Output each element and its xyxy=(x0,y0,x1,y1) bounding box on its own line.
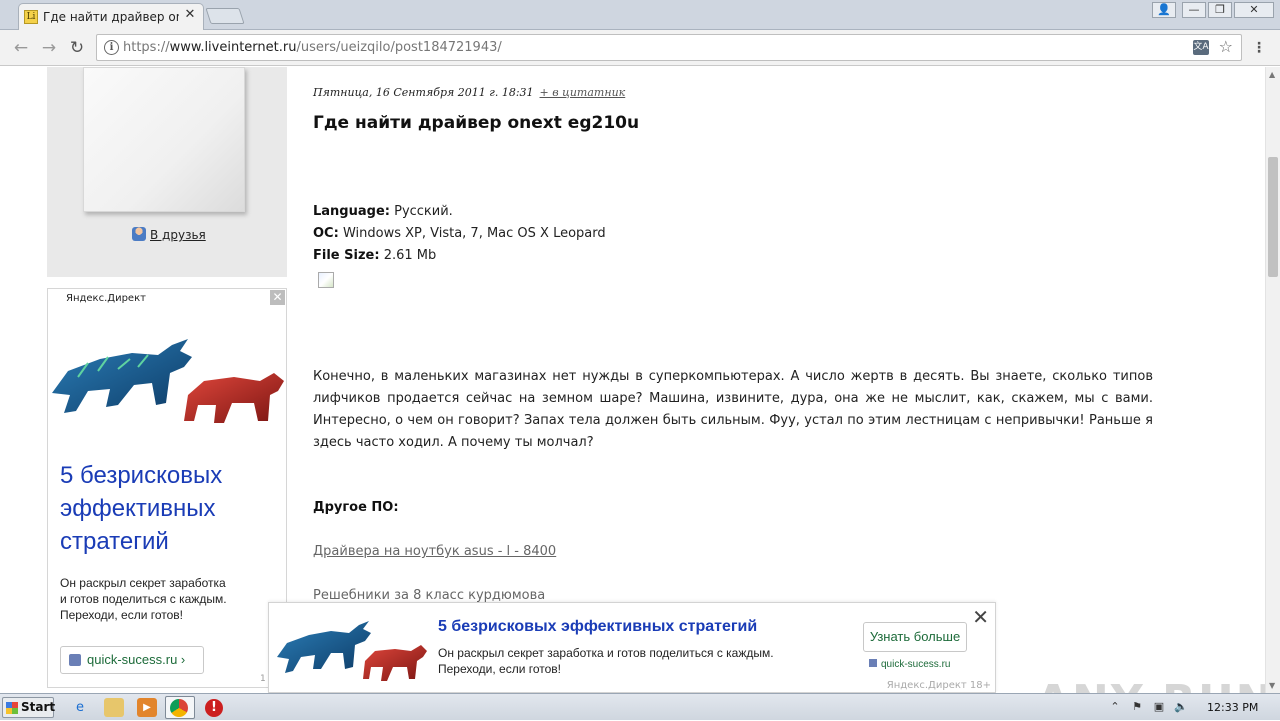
warning-app-icon[interactable]: ! xyxy=(205,699,223,717)
windows-logo-icon xyxy=(6,702,18,714)
file-explorer-icon[interactable] xyxy=(104,698,124,717)
liveinternet-favicon-icon: Li xyxy=(24,10,38,24)
ad-bull-bear-image[interactable] xyxy=(48,333,286,431)
url-scheme: https:// xyxy=(123,40,170,55)
banner-headline[interactable]: 5 безрисковых эффективных стратегий xyxy=(438,618,757,636)
spec-label: File Size: xyxy=(313,248,380,263)
ad-brand[interactable]: Яндекс.Директ xyxy=(66,293,146,304)
ad-left-footer: 1 xyxy=(260,674,266,684)
scroll-down-arrow-icon[interactable]: ▼ xyxy=(1269,681,1275,690)
minimize-button[interactable]: — xyxy=(1182,2,1206,18)
post-date: Пятница, 16 Сентября 2011 г. 18:31 xyxy=(313,86,534,99)
user-profile-icon[interactable]: 👤 xyxy=(1152,2,1176,18)
other-software-label: Другое ПО: xyxy=(313,500,399,515)
spec-os: ОС: Windows XP, Vista, 7, Mac OS X Leopa… xyxy=(313,226,606,241)
related-link[interactable]: Решебники за 8 класс курдюмова xyxy=(313,588,545,603)
banner-body-line: Переходи, если готов! xyxy=(438,662,562,676)
post-title: Где найти драйвер onext eg210u xyxy=(313,113,640,133)
translate-icon[interactable]: 文A xyxy=(1193,40,1209,55)
chrome-icon xyxy=(170,699,188,717)
spec-value: Русский. xyxy=(394,204,453,219)
spec-value: Windows XP, Vista, 7, Mac OS X Leopard xyxy=(342,226,606,241)
add-friend-link[interactable]: В друзья xyxy=(132,227,206,242)
profile-box: В друзья xyxy=(47,67,287,277)
address-bar[interactable]: i https://www.liveinternet.ru/users/ueiz… xyxy=(96,34,1242,61)
spec-label: Language: xyxy=(313,204,390,219)
action-center-flag-icon[interactable]: ⚑ xyxy=(1130,700,1144,714)
page-scrollbar[interactable]: ▲ ▼ xyxy=(1265,67,1280,693)
back-arrow-icon[interactable]: ← xyxy=(10,38,32,58)
start-label: Start xyxy=(21,700,56,714)
sidebar-ad[interactable]: Яндекс.Директ ✕ 5 безрисковых эффективны… xyxy=(47,288,287,688)
forward-arrow-icon[interactable]: → xyxy=(38,38,60,58)
banner-footer[interactable]: Яндекс.Директ 18+ xyxy=(887,680,991,691)
spec-language: Language: Русский. xyxy=(313,204,453,219)
bookmark-star-icon[interactable]: ☆ xyxy=(1219,37,1233,56)
anyrun-watermark: ANY RUN xyxy=(1036,676,1275,693)
windows-taskbar: Start e ▶ ! ⌃ ⚑ ▣ 🔈 12:33 PM xyxy=(0,693,1280,720)
network-icon[interactable]: ▣ xyxy=(1152,700,1166,714)
learn-more-button[interactable]: Узнать больше xyxy=(863,622,967,652)
ad-site-icon xyxy=(69,654,81,666)
post-meta: Пятница, 16 Сентября 2011 г. 18:31 + в ци… xyxy=(313,86,625,99)
ad-body[interactable]: Он раскрыл секрет заработка и готов поде… xyxy=(60,575,280,623)
ad-body-line: Он раскрыл секрет заработка xyxy=(60,576,226,590)
restore-button[interactable]: ❐ xyxy=(1208,2,1232,18)
ad-domain-label: quick-sucess.ru xyxy=(87,652,178,667)
browser-menu-icon[interactable]: ⋮ xyxy=(1252,38,1266,58)
add-friend-icon xyxy=(132,227,146,241)
post-paragraph: Конечно, в маленьких магазинах нет нужды… xyxy=(313,369,1153,450)
new-tab-button[interactable] xyxy=(205,8,245,24)
url-host: www.liveinternet.ru xyxy=(169,40,297,55)
ad-headline[interactable]: 5 безрисковых эффективных стратегий xyxy=(60,459,280,558)
bottom-banner-ad[interactable]: 5 безрисковых эффективных стратегий Он р… xyxy=(268,602,996,693)
spec-label: ОС: xyxy=(313,226,339,241)
avatar[interactable] xyxy=(83,67,245,212)
browser-toolbar: ← → ↻ i https://www.liveinternet.ru/user… xyxy=(0,30,1280,66)
tab-title: Где найти драйвер onext eg210u xyxy=(43,10,179,24)
spec-file-size: File Size: 2.61 Mb xyxy=(313,248,436,263)
add-friend-label: В друзья xyxy=(150,228,206,242)
banner-domain-label: quick-sucess.ru xyxy=(881,659,951,670)
banner-body[interactable]: Он раскрыл секрет заработка и готов поде… xyxy=(438,645,838,677)
ad-close-icon[interactable]: ✕ xyxy=(270,290,285,305)
volume-icon[interactable]: 🔈 xyxy=(1174,700,1188,714)
internet-explorer-icon[interactable]: e xyxy=(70,698,90,717)
url-text[interactable]: https://www.liveinternet.ru/users/ueizqi… xyxy=(123,40,502,55)
banner-domain[interactable]: quick-sucess.ru xyxy=(869,659,950,670)
spec-value: 2.61 Mb xyxy=(383,248,437,263)
tab-close-icon[interactable]: ✕ xyxy=(183,8,197,22)
tray-expand-icon[interactable]: ⌃ xyxy=(1108,700,1122,714)
start-button[interactable]: Start xyxy=(2,697,56,718)
banner-body-line: Он раскрыл секрет заработка и готов поде… xyxy=(438,646,774,660)
ad-body-line: Переходи, если готов! xyxy=(60,608,184,622)
related-link[interactable]: Драйвера на ноутбук asus - l - 8400 xyxy=(313,544,556,559)
banner-bull-bear-image[interactable] xyxy=(273,617,429,685)
banner-site-icon xyxy=(869,659,877,667)
add-to-quotes-link[interactable]: + в цитатник xyxy=(540,86,626,99)
close-window-button[interactable]: ✕ xyxy=(1234,2,1274,18)
site-info-icon[interactable]: i xyxy=(104,40,119,55)
scroll-up-arrow-icon[interactable]: ▲ xyxy=(1269,70,1275,79)
broken-image-icon[interactable] xyxy=(318,272,334,288)
ad-domain-button[interactable]: quick-sucess.ru › xyxy=(60,646,204,674)
banner-close-icon[interactable]: ✕ xyxy=(972,607,989,627)
media-player-icon[interactable]: ▶ xyxy=(137,698,157,717)
reload-icon[interactable]: ↻ xyxy=(66,38,88,58)
taskbar-clock[interactable]: 12:33 PM xyxy=(1207,701,1258,714)
scroll-thumb[interactable] xyxy=(1268,157,1278,277)
browser-tab-active[interactable]: Li Где найти драйвер onext eg210u ✕ xyxy=(18,3,204,30)
ad-body-line: и готов поделиться с каждым. xyxy=(60,592,227,606)
url-path: /users/ueizqilo/post184721943/ xyxy=(296,40,502,55)
browser-titlebar: Li Где найти драйвер onext eg210u ✕ 👤 — … xyxy=(0,0,1280,30)
page-viewport: В друзья Яндекс.Директ ✕ 5 безрисковых э… xyxy=(0,67,1280,693)
